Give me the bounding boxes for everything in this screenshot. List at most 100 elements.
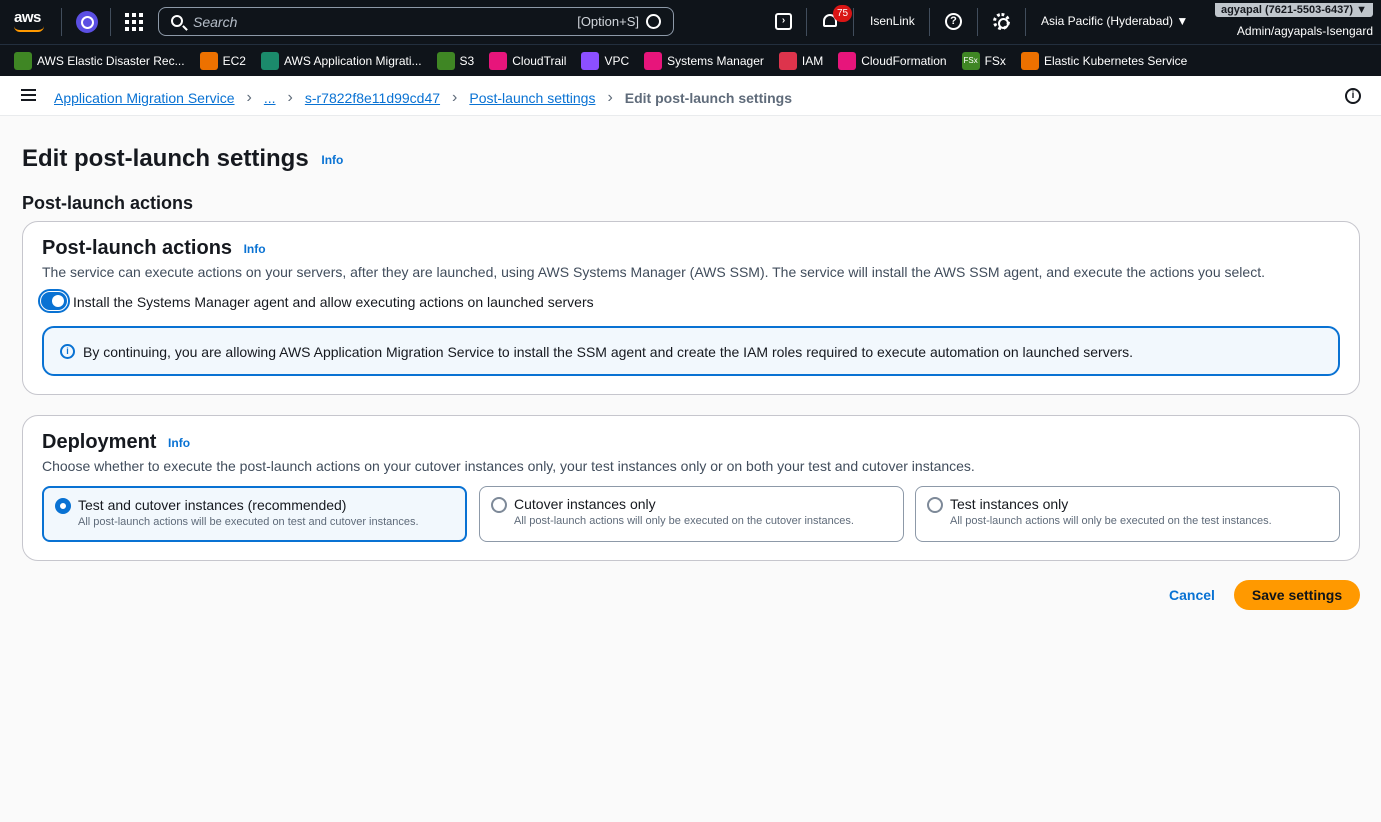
chevron-right-icon: › [452, 89, 458, 106]
radio-button[interactable] [491, 497, 507, 513]
breadcrumb: Application Migration Service › ... › s-… [54, 89, 792, 107]
deployment-option-test-and-cutover[interactable]: Test and cutover instances (recommended)… [42, 486, 467, 542]
amazon-q-icon[interactable] [76, 11, 98, 33]
cloudtrail-icon [489, 51, 508, 70]
favorite-label: CloudFormation [861, 53, 947, 68]
top-navigation: aws [Option+S] › 75 IsenLink ? Asia Paci… [0, 0, 1381, 44]
cloudshell-icon[interactable]: › [775, 13, 792, 30]
cloudformation-icon [838, 51, 857, 70]
isenlink-link[interactable]: IsenLink [870, 14, 915, 28]
fsx-icon: FSx [961, 51, 980, 70]
s3-icon [436, 51, 455, 70]
favorite-label: FSx [984, 53, 1006, 68]
aws-smile-icon [14, 26, 44, 32]
deployment-info-link[interactable]: Info [168, 436, 190, 450]
account-id-badge[interactable]: agyapal (7621-5503-6437) ▼ [1214, 3, 1373, 17]
nav-divider [977, 8, 978, 36]
search-input[interactable] [193, 12, 553, 32]
radio-button[interactable] [927, 497, 943, 513]
info-alert-text: By continuing, you are allowing AWS Appl… [83, 344, 1134, 360]
favorite-item[interactable]: CloudTrail [489, 51, 567, 70]
nav-divider [853, 8, 854, 36]
vpc-icon [581, 51, 600, 70]
deployment-title: Deployment Info [42, 431, 190, 454]
help-icon[interactable]: ? [945, 13, 962, 30]
radio-button-selected[interactable] [55, 498, 71, 514]
menu-hamburger-icon[interactable] [21, 89, 36, 101]
ssm-icon [644, 51, 663, 70]
deployment-option-cutover-only[interactable]: Cutover instances only All post-launch a… [479, 486, 904, 542]
option-label: Test and cutover instances (recommended) [78, 497, 347, 513]
post-launch-info-link[interactable]: Info [244, 242, 266, 256]
search-shortcut-icon [646, 14, 661, 29]
favorite-label: AWS Application Migrati... [283, 53, 422, 68]
search-box[interactable]: [Option+S] [158, 7, 674, 36]
nav-divider [929, 8, 930, 36]
nav-divider [1025, 8, 1026, 36]
breadcrumb-link-server[interactable]: s-r7822f8e11d99cd47 [305, 90, 440, 106]
region-selector[interactable]: Asia Pacific (Hyderabad) ▼ [1041, 14, 1188, 28]
breadcrumb-link-ellipsis[interactable]: ... [264, 90, 276, 106]
post-launch-description: The service can execute actions on your … [42, 264, 1265, 280]
breadcrumb-link-post-launch[interactable]: Post-launch settings [469, 90, 595, 106]
favorite-label: Elastic Kubernetes Service [1043, 53, 1188, 68]
option-label: Test instances only [950, 496, 1069, 512]
favorite-label: IAM [801, 53, 824, 68]
notifications-badge: 75 [833, 5, 852, 22]
cancel-button[interactable]: Cancel [1159, 580, 1225, 610]
deployment-title-text: Deployment [42, 431, 157, 453]
aws-logo-text: aws [14, 9, 41, 26]
search-shortcut-hint: [Option+S] [577, 14, 639, 29]
notifications-bell-icon[interactable]: 75 [821, 5, 852, 31]
option-description: All post-launch actions will only be exe… [514, 515, 854, 527]
info-icon: i [60, 344, 75, 359]
favorite-item[interactable]: S3 [436, 51, 475, 70]
section-heading: Post-launch actions [22, 193, 194, 213]
drs-icon [14, 51, 32, 70]
info-panel-icon[interactable]: i [1345, 88, 1361, 104]
account-role: Admin/agyapals-Isengard [1236, 24, 1373, 38]
favorites-bar: AWS Elastic Disaster Rec... EC2 AWS Applic… [0, 44, 1381, 76]
favorite-label: S3 [459, 53, 475, 68]
services-grid-icon[interactable] [125, 13, 143, 31]
save-settings-button[interactable]: Save settings [1234, 580, 1360, 610]
chevron-right-icon: › [287, 89, 293, 106]
page-info-link[interactable]: Info [321, 153, 343, 167]
account-menu[interactable]: agyapal (7621-5503-6437) ▼ Admin/agyapal… [1214, 0, 1373, 38]
settings-gear-icon[interactable] [993, 13, 1010, 30]
post-launch-actions-title-text: Post-launch actions [42, 237, 233, 259]
favorite-item[interactable]: CloudFormation [838, 51, 947, 70]
search-icon [171, 15, 183, 27]
favorite-item[interactable]: IAM [778, 51, 824, 70]
post-launch-actions-container: Post-launch actions Info The service can… [22, 221, 1360, 395]
mgn-icon [260, 51, 279, 70]
iam-icon [778, 51, 797, 70]
info-alert: i By continuing, you are allowing AWS Ap… [42, 326, 1340, 376]
favorite-item[interactable]: Systems Manager [644, 51, 764, 70]
deployment-option-test-only[interactable]: Test instances only All post-launch acti… [915, 486, 1340, 542]
deployment-description: Choose whether to execute the post-launc… [42, 458, 975, 474]
ec2-icon [199, 51, 218, 70]
nav-divider [110, 8, 111, 36]
favorite-label: CloudTrail [512, 53, 567, 68]
favorite-item[interactable]: FSx FSx [961, 51, 1006, 70]
deployment-container: Deployment Info Choose whether to execut… [22, 415, 1360, 561]
favorite-label: Systems Manager [667, 53, 764, 68]
favorite-item[interactable]: EC2 [199, 51, 246, 70]
ssm-agent-toggle-label[interactable]: Install the Systems Manager agent and al… [73, 294, 594, 310]
favorite-item[interactable]: AWS Application Migrati... [260, 51, 422, 70]
chevron-right-icon: › [607, 89, 613, 106]
aws-logo[interactable]: aws [14, 9, 48, 35]
page-title-text: Edit post-launch settings [22, 145, 309, 172]
favorite-item[interactable]: AWS Elastic Disaster Rec... [14, 51, 185, 70]
option-description: All post-launch actions will only be exe… [950, 515, 1272, 527]
favorite-item[interactable]: Elastic Kubernetes Service [1020, 51, 1188, 70]
favorite-label: AWS Elastic Disaster Rec... [37, 53, 185, 68]
favorite-item[interactable]: VPC [581, 51, 629, 70]
breadcrumb-current: Edit post-launch settings [624, 90, 793, 106]
ssm-agent-toggle[interactable] [38, 289, 70, 313]
option-description: All post-launch actions will be executed… [78, 516, 419, 528]
chevron-right-icon: › [246, 89, 252, 106]
breadcrumb-link-service[interactable]: Application Migration Service [54, 90, 235, 106]
option-label: Cutover instances only [514, 496, 656, 512]
